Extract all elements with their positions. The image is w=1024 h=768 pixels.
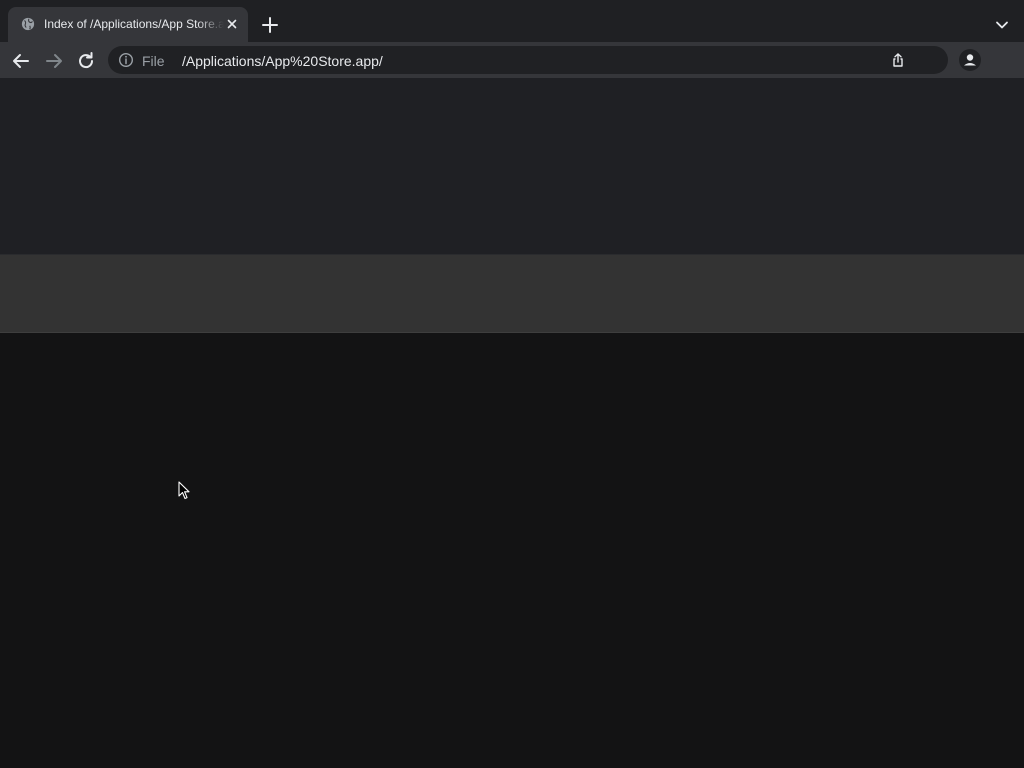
share-icon[interactable]: [890, 52, 906, 68]
url-text[interactable]: /Applications/App%20Store.app/: [182, 53, 383, 69]
forward-arrow-icon[interactable]: [43, 50, 65, 72]
active-tab[interactable]: Index of /Applications/App Store.app/: [8, 7, 248, 42]
toolbar: File /Applications/App%20Store.app/: [0, 42, 1024, 78]
tab-strip: Index of /Applications/App Store.app/: [0, 0, 1024, 42]
scheme-label: File: [142, 53, 165, 69]
globe-icon: [21, 17, 35, 31]
content-band-dark: [0, 78, 1024, 255]
profile-icon[interactable]: [958, 48, 982, 72]
chevron-down-icon[interactable]: [992, 15, 1012, 35]
close-icon[interactable]: [224, 16, 240, 32]
browser-window: Index of /Applications/App Store.app/ Fi…: [0, 0, 1024, 768]
plus-icon[interactable]: [260, 15, 280, 35]
info-icon[interactable]: [118, 52, 134, 68]
page-content: [0, 78, 1024, 768]
tab-title: Index of /Applications/App Store.app/: [44, 17, 224, 31]
back-arrow-icon[interactable]: [10, 50, 32, 72]
mouse-cursor-icon: [178, 481, 190, 500]
address-bar[interactable]: File /Applications/App%20Store.app/: [108, 46, 948, 74]
reload-icon[interactable]: [75, 50, 97, 72]
content-band-gray: [0, 255, 1024, 333]
